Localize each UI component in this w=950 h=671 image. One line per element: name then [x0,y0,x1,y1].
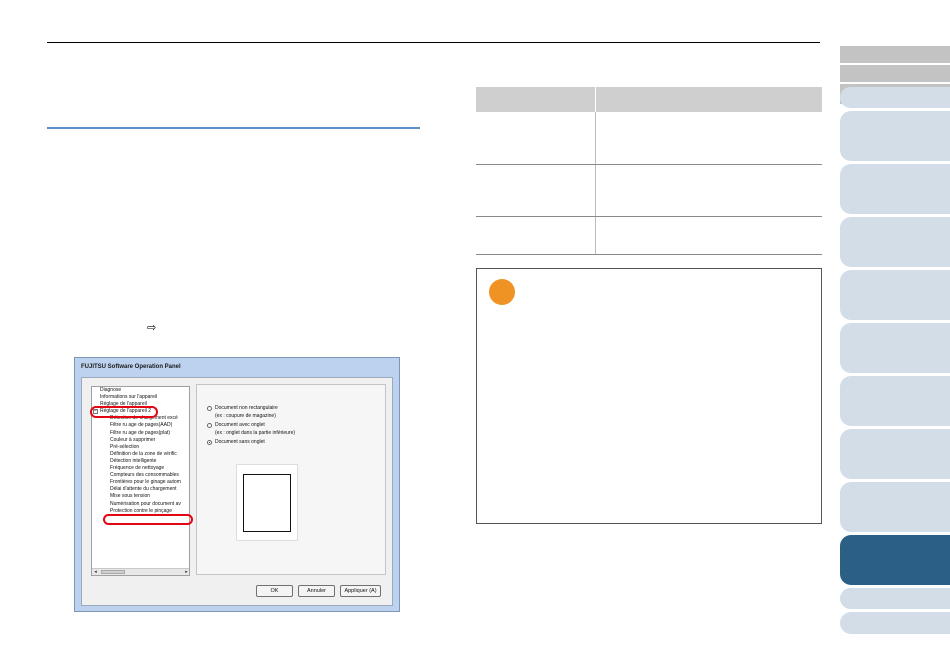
side-tab-5[interactable] [840,111,950,161]
document-type-options: Document non rectangulaire (ex : coupure… [196,384,386,575]
table-row [476,164,822,217]
dialog-title: FUJITSU Software Operation Panel [81,364,181,370]
table-header-row [476,87,822,112]
header-rule [47,42,820,43]
table-row [476,112,822,165]
tree-item-auto-cropping[interactable]: Frontières pour le ginage autom [92,479,189,486]
cancel-button[interactable]: Annuler [298,585,335,597]
side-tab-10[interactable] [840,376,950,426]
side-tab-14[interactable] [840,588,950,609]
scroll-left-icon[interactable]: ◂ [92,569,99,575]
table-cell [595,164,822,217]
tree-item-dropout-color[interactable]: Couleur à supprimer [92,437,189,444]
table-cell [476,164,596,217]
section-heading-rule [47,127,420,129]
document-page-icon [243,474,291,532]
side-tab-9[interactable] [840,323,950,373]
radio-with-tab[interactable] [207,423,212,428]
scroll-right-icon[interactable]: ▸ [183,569,189,575]
highlight-scan-document [103,514,193,525]
table-header-cell [595,87,822,112]
tree-item-page-skip-adf[interactable]: Filtre ru age de pages(AAD) [92,422,189,429]
attention-icon [489,279,515,305]
tree-item-diagnose[interactable]: Diagnose [92,387,189,394]
tree-horizontal-scrollbar[interactable]: ◂ ▸ [92,568,189,575]
tree-item-power-on[interactable]: Mise sous tension [92,493,189,500]
tree-item-page-skip-flatbed[interactable]: Filtre ru age de pages(plat) [92,430,189,437]
radio-non-rectangular[interactable] [207,406,212,411]
side-tab-8[interactable] [840,270,950,320]
side-tab-15[interactable] [840,612,950,634]
scroll-thumb[interactable] [101,570,125,574]
table-cell [595,112,822,165]
table-cell [595,216,822,255]
side-tab-12[interactable] [840,482,950,532]
tree-item-intelligent-detection[interactable]: Détection intelligente [92,458,189,465]
tree-item-check-area[interactable]: Définition de la zone de vérific [92,451,189,458]
ok-button[interactable]: OK [256,585,293,597]
table-row [476,216,822,255]
side-tab-4[interactable] [840,87,950,108]
note-box [476,268,822,524]
operation-panel-dialog: FUJITSU Software Operation Panel Diagnos… [74,357,400,612]
dialog-body: Diagnose Informations sur l'appareil Rég… [81,377,393,606]
highlight-device-settings-2 [90,406,158,418]
tree-item-preselection[interactable]: Pré-sélection [92,444,189,451]
side-tab-1[interactable] [840,46,950,63]
tree-item-pick-timeout[interactable]: Délai d'attente du chargement [92,486,189,493]
table-cell [476,112,596,165]
table-cell [476,216,596,255]
tree-item-scan-document[interactable]: Numérisation pour document av [92,501,189,508]
apply-button[interactable]: Appliquer (A) [340,585,381,597]
side-tab-11[interactable] [840,429,950,479]
settings-table [476,87,822,255]
side-tab-2[interactable] [840,65,950,82]
table-header-cell [476,87,596,112]
tree-item-consumable-counters[interactable]: Compteurs des consommables [92,472,189,479]
side-tab-13[interactable] [840,535,950,585]
tree-item-cleaning-cycle[interactable]: Fréquence de nettoyage [92,465,189,472]
side-tab-7[interactable] [840,217,950,267]
step-arrow-icon: ⇨ [147,321,157,334]
document-preview [236,464,298,541]
tree-item-device-info[interactable]: Informations sur l'appareil [92,394,189,401]
side-tab-6[interactable] [840,164,950,214]
radio-without-tab[interactable] [207,440,212,445]
